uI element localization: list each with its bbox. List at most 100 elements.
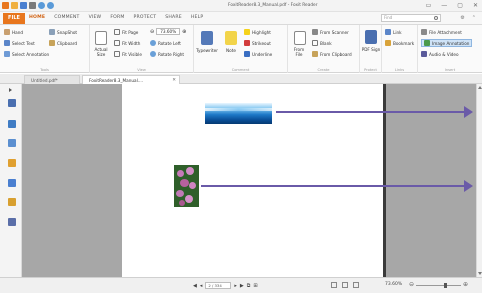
- group-tools: Hand Select Text Select Annotation SnapS…: [0, 25, 90, 73]
- zoom-value[interactable]: 73.60%: [156, 28, 181, 35]
- select-annotation-tool[interactable]: Select Annotation: [4, 51, 49, 57]
- copy-icon[interactable]: ⧉: [247, 283, 251, 289]
- save-icon[interactable]: [20, 2, 27, 9]
- clipboard-tool[interactable]: Clipboard: [49, 40, 77, 46]
- fit-width-button[interactable]: Fit Width: [114, 40, 140, 46]
- strikeout-button[interactable]: Strikeout: [244, 40, 271, 46]
- layers-panel-icon[interactable]: [8, 159, 16, 167]
- next-page-icon[interactable]: ▸: [234, 283, 237, 289]
- search-icon[interactable]: [434, 16, 438, 20]
- typewriter-icon[interactable]: [201, 31, 213, 45]
- pages-panel-icon[interactable]: [8, 120, 16, 128]
- doc-tab-untitled[interactable]: Untitled.pdf*: [24, 75, 80, 84]
- group-insert: File Attachment Image Annotation Audio &…: [418, 25, 482, 73]
- ocean-wave-image[interactable]: [205, 103, 272, 124]
- hand-tool[interactable]: Hand: [4, 29, 23, 35]
- previous-page-icon[interactable]: ◂: [200, 283, 203, 289]
- note-label[interactable]: Note: [223, 48, 239, 53]
- pdf-sign-label[interactable]: PDF Sign: [361, 47, 381, 52]
- chevron-up-icon[interactable]: ⌃: [472, 15, 476, 21]
- single-page-icon[interactable]: [331, 282, 337, 288]
- tab-comment[interactable]: COMMENT: [54, 15, 79, 20]
- zoom-in-icon[interactable]: ⊕: [463, 281, 468, 288]
- from-clipboard-button[interactable]: From Clipboard: [312, 51, 352, 57]
- security-panel-icon[interactable]: [8, 198, 16, 206]
- pdf-sign-icon[interactable]: [365, 30, 377, 44]
- attachments-panel-icon[interactable]: [8, 179, 16, 187]
- scroll-down-icon[interactable]: [478, 272, 482, 275]
- flowers-image[interactable]: [174, 165, 199, 207]
- group-label-view: View: [137, 68, 146, 72]
- zoom-slider-handle[interactable]: [443, 283, 447, 288]
- from-file-label[interactable]: From File: [291, 47, 307, 57]
- flower-blossom: [189, 182, 196, 189]
- comments-panel-icon[interactable]: [8, 139, 16, 147]
- rotate-left-button[interactable]: Rotate Left: [150, 40, 181, 46]
- callout-arrow: [201, 180, 473, 192]
- group-label-links: Links: [394, 68, 405, 72]
- select-text-tool[interactable]: Select Text: [4, 40, 35, 46]
- tab-view[interactable]: VIEW: [89, 15, 102, 20]
- tab-help[interactable]: HELP: [191, 15, 204, 20]
- rotate-left-icon: [150, 40, 156, 46]
- signatures-panel-icon[interactable]: [8, 218, 16, 226]
- note-icon[interactable]: [225, 31, 237, 45]
- highlight-button[interactable]: Highlight: [244, 29, 271, 35]
- menu-tabs: HOME COMMENT VIEW FORM PROTECT SHARE HEL…: [29, 15, 203, 20]
- undo-icon[interactable]: [38, 2, 45, 9]
- audio-video-button[interactable]: Audio & Video: [421, 51, 459, 57]
- fit-icon[interactable]: ⊞: [253, 283, 257, 289]
- snapshot-tool[interactable]: SnapShot: [49, 29, 77, 35]
- scroll-up-icon[interactable]: [478, 86, 482, 89]
- bookmark-button[interactable]: Bookmark: [385, 40, 414, 46]
- bookmarks-panel-icon[interactable]: [8, 99, 16, 107]
- page-navigation: ◀ ◂ 2 / 334 ▸ ▶ ⧉ ⊞: [193, 282, 258, 289]
- underline-button[interactable]: Underline: [244, 51, 272, 57]
- redo-icon[interactable]: [47, 2, 54, 9]
- fit-visible-button[interactable]: Fit Visible: [114, 51, 142, 57]
- from-scanner-button[interactable]: From Scanner: [312, 29, 349, 35]
- doc-tab-manual[interactable]: FoxitReader8.3_Manual.... ✕: [82, 75, 180, 84]
- tab-protect[interactable]: PROTECT: [134, 15, 157, 20]
- close-button[interactable]: ✕: [473, 2, 478, 9]
- print-icon[interactable]: [29, 2, 36, 9]
- zoom-out-icon[interactable]: ⊖: [409, 281, 414, 288]
- tab-home[interactable]: HOME: [29, 15, 45, 20]
- expand-panel-icon[interactable]: [9, 88, 12, 92]
- link-button[interactable]: Link: [385, 29, 402, 35]
- minimize-button[interactable]: —: [441, 2, 447, 9]
- file-menu-tab[interactable]: FILE: [3, 13, 25, 24]
- zoom-slider-track[interactable]: [416, 285, 461, 286]
- tab-form[interactable]: FORM: [110, 15, 124, 20]
- clipboard-icon: [49, 40, 55, 46]
- file-attachment-label: File Attachment: [429, 29, 462, 35]
- from-file-icon[interactable]: [294, 31, 306, 45]
- actual-size-icon[interactable]: [95, 31, 107, 45]
- rotate-right-button[interactable]: Rotate Right: [150, 51, 184, 57]
- blank-button[interactable]: Blank: [312, 40, 332, 46]
- restore-ribbon-button[interactable]: ▭: [426, 2, 432, 9]
- zoom-out-icon[interactable]: ⊖: [150, 29, 154, 35]
- page-number-input[interactable]: 2 / 334: [205, 282, 232, 289]
- maximize-button[interactable]: ▢: [457, 2, 463, 9]
- find-input[interactable]: Find: [381, 14, 441, 22]
- actual-size-label[interactable]: Actual Size: [92, 47, 110, 57]
- fit-page-button[interactable]: Fit Page: [114, 29, 138, 35]
- first-page-icon[interactable]: ◀: [193, 283, 197, 289]
- continuous-page-icon[interactable]: [342, 282, 348, 288]
- last-page-icon[interactable]: ▶: [240, 283, 244, 289]
- image-annotation-button[interactable]: Image Annotation: [421, 39, 473, 47]
- file-attachment-button[interactable]: File Attachment: [421, 29, 462, 35]
- facing-page-icon[interactable]: [353, 282, 359, 288]
- tab-share[interactable]: SHARE: [165, 15, 182, 20]
- doc-tab-label: FoxitReader8.3_Manual....: [89, 78, 144, 83]
- vertical-scrollbar[interactable]: [476, 84, 482, 277]
- open-icon[interactable]: [11, 2, 18, 9]
- group-label-tools: Tools: [40, 68, 49, 72]
- gear-icon[interactable]: ⚙: [460, 15, 464, 21]
- zoom-dropdown[interactable]: ⊖ 73.60% ⊕: [150, 28, 186, 35]
- zoom-slider[interactable]: ⊖ ⊕: [409, 281, 469, 288]
- document-canvas[interactable]: [22, 84, 482, 277]
- zoom-in-icon[interactable]: ⊕: [182, 29, 186, 35]
- typewriter-label[interactable]: Typewriter: [194, 48, 220, 53]
